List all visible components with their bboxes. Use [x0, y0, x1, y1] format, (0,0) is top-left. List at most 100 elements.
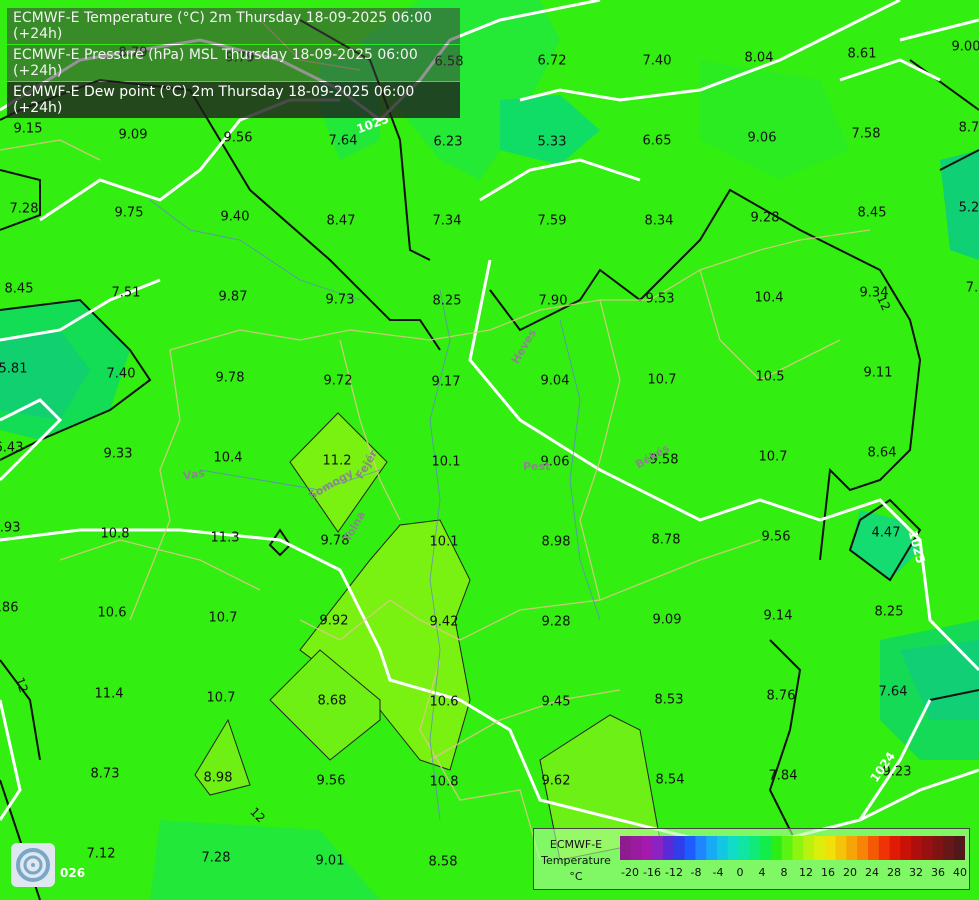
temperature-value: 8.45	[4, 281, 34, 297]
legend-label: ECMWF-E Temperature °C	[538, 837, 614, 885]
legend-color-swatch	[867, 836, 880, 860]
title-temperature[interactable]: ECMWF-E Temperature (°C) 2m Thursday 18-…	[7, 8, 460, 44]
temperature-value: 11.4	[94, 686, 124, 702]
temperature-value: 9.72	[323, 373, 353, 389]
legend-tick: 40	[953, 866, 967, 879]
map-titles: ECMWF-E Temperature (°C) 2m Thursday 18-…	[7, 8, 460, 119]
temperature-value: 7.58	[851, 126, 881, 142]
temperature-value: 7.28	[9, 201, 39, 217]
legend-color-swatch	[641, 836, 653, 860]
temperature-value: 9.11	[863, 365, 893, 381]
temperature-value: 9.04	[540, 373, 570, 389]
place-label: Pest	[523, 460, 551, 473]
temperature-value: 9.09	[118, 127, 148, 143]
temperature-value: 10.8	[429, 774, 459, 790]
legend-colorbar	[620, 836, 965, 860]
temperature-value: 6.72	[537, 53, 567, 69]
temperature-value: 8.61	[847, 46, 877, 62]
temperature-value: 9.42	[429, 614, 459, 630]
legend-color-swatch	[878, 836, 891, 860]
temperature-value: 8.45	[857, 205, 887, 221]
legend-color-swatch	[954, 836, 965, 860]
legend-color-swatch	[835, 836, 847, 860]
temperature-value: 8.54	[655, 772, 685, 788]
temperature-value: 9.56	[316, 773, 346, 789]
legend-color-swatch	[770, 836, 783, 860]
temperature-value: 9.33	[103, 446, 133, 462]
legend-label-line: Temperature	[541, 854, 611, 867]
legend-color-swatch	[911, 836, 923, 860]
temperature-value: 8.76	[766, 688, 796, 704]
temperature-value: 9.15	[13, 121, 43, 137]
legend-tick: 16	[821, 866, 835, 879]
legend-color-swatch	[727, 836, 740, 860]
temperature-value: 9.75	[114, 205, 144, 221]
title-dewpoint[interactable]: ECMWF-E Dew point (°C) 2m Thursday 18-09…	[7, 82, 460, 118]
temperature-value: 8.73	[90, 766, 120, 782]
temperature-value: 7.59	[537, 213, 567, 229]
temperature-value: 8.98	[541, 534, 571, 550]
legend-color-swatch	[781, 836, 793, 860]
temperature-value: 10.4	[754, 290, 784, 306]
temperature-value: 8.47	[326, 213, 356, 229]
temperature-value: 10.6	[97, 605, 127, 621]
temperature-value: 7.12	[86, 846, 116, 862]
temperature-value: 8.78	[651, 532, 681, 548]
temperature-value: 10.4	[213, 450, 243, 466]
legend-color-swatch	[695, 836, 707, 860]
temperature-value: 5.81	[0, 361, 28, 377]
temperature-value: 5.33	[537, 134, 567, 150]
legend-tick: 12	[799, 866, 813, 879]
legend-tick: 32	[909, 866, 923, 879]
temperature-value: 11.3	[210, 530, 240, 546]
temperature-value: 8.68	[317, 693, 347, 709]
title-pressure[interactable]: ECMWF-E Pressure (hPa) MSL Thursday 18-0…	[7, 45, 460, 81]
temperature-value: 10.8	[100, 526, 130, 542]
temperature-value: 7.	[965, 280, 979, 296]
legend-tick: -16	[643, 866, 661, 879]
legend-tick: 28	[887, 866, 901, 879]
temperature-value: 5.2	[958, 200, 979, 216]
legend-color-swatch	[630, 836, 643, 860]
legend-color-swatch	[932, 836, 944, 860]
ecmwf-logo-icon	[11, 843, 55, 887]
temperature-value: 9.56	[761, 529, 791, 545]
legend-color-swatch	[706, 836, 718, 860]
temperature-value: 9.00	[951, 39, 979, 55]
temperature-value: 9.45	[541, 694, 571, 710]
legend-tick: -4	[712, 866, 724, 879]
temperature-value: 8.25	[874, 604, 904, 620]
temperature-value: 9.01	[315, 853, 345, 869]
legend-color-swatch	[900, 836, 912, 860]
legend-color-swatch	[943, 836, 955, 860]
legend-color-swatch	[760, 836, 772, 860]
temperature-value: 8.64	[867, 445, 897, 461]
temperature-value: 10.7	[206, 690, 236, 706]
temperature-value: 9.28	[541, 614, 571, 630]
temperature-value: 7.64	[878, 684, 908, 700]
temperature-value: 7.84	[768, 768, 798, 784]
temperature-value: 8.34	[644, 213, 674, 229]
legend-color-swatch	[857, 836, 869, 860]
temperature-value: 6.43	[0, 440, 24, 456]
temperature-value: 7.28	[201, 850, 231, 866]
temperature-value: 10.1	[429, 534, 459, 550]
legend-color-swatch	[684, 836, 696, 860]
temperature-value: 4.47	[871, 525, 901, 541]
temperature-value: 8.53	[654, 692, 684, 708]
legend-color-swatch	[663, 836, 675, 860]
temperature-value: 7.51	[111, 285, 141, 301]
temperature-value: 7.34	[432, 213, 462, 229]
legend-color-swatch	[846, 836, 858, 860]
temperature-value: 10.1	[431, 454, 461, 470]
temperature-value: 8.58	[428, 854, 458, 870]
temperature-value: 8.98	[203, 770, 233, 786]
legend-color-swatch	[814, 836, 826, 860]
legend-label-line: ECMWF-E	[549, 838, 603, 851]
legend-tick: 20	[843, 866, 857, 879]
temperature-value: 10.7	[647, 372, 677, 388]
temperature-value: 9.14	[763, 608, 793, 624]
legend-label-line: °C	[569, 870, 583, 883]
legend-color-swatch	[824, 836, 837, 860]
logo-text: 026	[60, 866, 86, 880]
